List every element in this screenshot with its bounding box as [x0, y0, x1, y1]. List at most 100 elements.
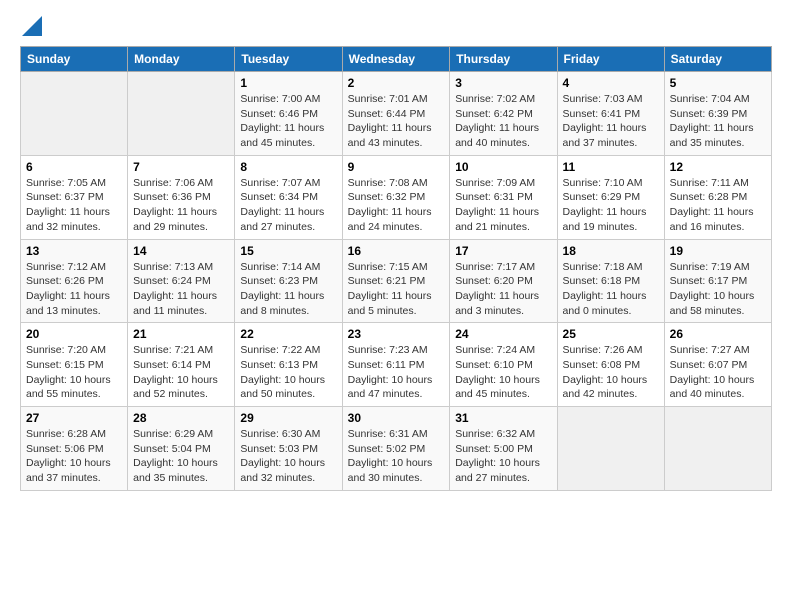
day-info: Sunrise: 7:18 AMSunset: 6:18 PMDaylight:…: [563, 260, 659, 319]
header-thursday: Thursday: [450, 47, 557, 72]
calendar-cell: 3 Sunrise: 7:02 AMSunset: 6:42 PMDaylight…: [450, 72, 557, 156]
day-info: Sunrise: 7:19 AMSunset: 6:17 PMDaylight:…: [670, 260, 766, 319]
day-number: 22: [240, 327, 336, 341]
day-number: 14: [133, 244, 229, 258]
day-number: 28: [133, 411, 229, 425]
day-info: Sunrise: 7:15 AMSunset: 6:21 PMDaylight:…: [348, 260, 445, 319]
header-sunday: Sunday: [21, 47, 128, 72]
day-number: 2: [348, 76, 445, 90]
calendar-cell: [128, 72, 235, 156]
calendar-cell: 29 Sunrise: 6:30 AMSunset: 5:03 PMDayligh…: [235, 407, 342, 491]
calendar-cell: [664, 407, 771, 491]
day-info: Sunrise: 7:07 AMSunset: 6:34 PMDaylight:…: [240, 176, 336, 235]
day-number: 27: [26, 411, 122, 425]
day-info: Sunrise: 7:22 AMSunset: 6:13 PMDaylight:…: [240, 343, 336, 402]
calendar-cell: 17 Sunrise: 7:17 AMSunset: 6:20 PMDayligh…: [450, 239, 557, 323]
calendar-cell: [557, 407, 664, 491]
day-number: 9: [348, 160, 445, 174]
calendar-cell: 21Sunrise: 7:21 AMSunset: 6:14 PMDayligh…: [128, 323, 235, 407]
calendar-cell: 20 Sunrise: 7:20 AMSunset: 6:15 PMDayligh…: [21, 323, 128, 407]
page-header: [20, 20, 772, 36]
calendar-cell: 4 Sunrise: 7:03 AMSunset: 6:41 PMDaylight…: [557, 72, 664, 156]
calendar-cell: 7Sunrise: 7:06 AMSunset: 6:36 PMDaylight…: [128, 155, 235, 239]
day-info: Sunrise: 6:32 AMSunset: 5:00 PMDaylight:…: [455, 427, 551, 486]
calendar-cell: 31 Sunrise: 6:32 AMSunset: 5:00 PMDayligh…: [450, 407, 557, 491]
day-info: Sunrise: 7:14 AMSunset: 6:23 PMDaylight:…: [240, 260, 336, 319]
day-number: 8: [240, 160, 336, 174]
calendar-table: SundayMondayTuesdayWednesdayThursdayFrid…: [20, 46, 772, 491]
calendar-cell: 16Sunrise: 7:15 AMSunset: 6:21 PMDayligh…: [342, 239, 450, 323]
day-info: Sunrise: 7:13 AMSunset: 6:24 PMDaylight:…: [133, 260, 229, 319]
calendar-cell: 25 Sunrise: 7:26 AMSunset: 6:08 PMDayligh…: [557, 323, 664, 407]
calendar-week-2: 6 Sunrise: 7:05 AMSunset: 6:37 PMDaylight…: [21, 155, 772, 239]
day-number: 18: [563, 244, 659, 258]
header-friday: Friday: [557, 47, 664, 72]
calendar-week-5: 27 Sunrise: 6:28 AMSunset: 5:06 PMDayligh…: [21, 407, 772, 491]
day-number: 26: [670, 327, 766, 341]
day-info: Sunrise: 7:06 AMSunset: 6:36 PMDaylight:…: [133, 176, 229, 235]
day-number: 3: [455, 76, 551, 90]
calendar-cell: 23 Sunrise: 7:23 AMSunset: 6:11 PMDayligh…: [342, 323, 450, 407]
calendar-cell: 5 Sunrise: 7:04 AMSunset: 6:39 PMDaylight…: [664, 72, 771, 156]
calendar-cell: 9 Sunrise: 7:08 AMSunset: 6:32 PMDaylight…: [342, 155, 450, 239]
day-info: Sunrise: 7:11 AMSunset: 6:28 PMDaylight:…: [670, 176, 766, 235]
calendar-cell: 24Sunrise: 7:24 AMSunset: 6:10 PMDayligh…: [450, 323, 557, 407]
day-number: 1: [240, 76, 336, 90]
header-monday: Monday: [128, 47, 235, 72]
day-info: Sunrise: 7:23 AMSunset: 6:11 PMDaylight:…: [348, 343, 445, 402]
calendar-week-3: 13Sunrise: 7:12 AMSunset: 6:26 PMDayligh…: [21, 239, 772, 323]
day-info: Sunrise: 7:24 AMSunset: 6:10 PMDaylight:…: [455, 343, 551, 402]
calendar-cell: 27 Sunrise: 6:28 AMSunset: 5:06 PMDayligh…: [21, 407, 128, 491]
calendar-week-4: 20 Sunrise: 7:20 AMSunset: 6:15 PMDayligh…: [21, 323, 772, 407]
day-number: 6: [26, 160, 122, 174]
day-info: Sunrise: 7:03 AMSunset: 6:41 PMDaylight:…: [563, 92, 659, 151]
calendar-cell: 8 Sunrise: 7:07 AMSunset: 6:34 PMDaylight…: [235, 155, 342, 239]
calendar-header-row: SundayMondayTuesdayWednesdayThursdayFrid…: [21, 47, 772, 72]
day-info: Sunrise: 7:26 AMSunset: 6:08 PMDaylight:…: [563, 343, 659, 402]
day-number: 17: [455, 244, 551, 258]
day-info: Sunrise: 7:20 AMSunset: 6:15 PMDaylight:…: [26, 343, 122, 402]
day-info: Sunrise: 7:05 AMSunset: 6:37 PMDaylight:…: [26, 176, 122, 235]
calendar-cell: 26 Sunrise: 7:27 AMSunset: 6:07 PMDayligh…: [664, 323, 771, 407]
day-info: Sunrise: 7:10 AMSunset: 6:29 PMDaylight:…: [563, 176, 659, 235]
day-info: Sunrise: 7:01 AMSunset: 6:44 PMDaylight:…: [348, 92, 445, 151]
day-info: Sunrise: 6:28 AMSunset: 5:06 PMDaylight:…: [26, 427, 122, 486]
calendar-cell: 13Sunrise: 7:12 AMSunset: 6:26 PMDayligh…: [21, 239, 128, 323]
logo-icon: [22, 16, 42, 36]
logo: [20, 20, 42, 36]
calendar-cell: 19 Sunrise: 7:19 AMSunset: 6:17 PMDayligh…: [664, 239, 771, 323]
header-tuesday: Tuesday: [235, 47, 342, 72]
day-number: 15: [240, 244, 336, 258]
calendar-cell: 6 Sunrise: 7:05 AMSunset: 6:37 PMDaylight…: [21, 155, 128, 239]
day-info: Sunrise: 7:00 AMSunset: 6:46 PMDaylight:…: [240, 92, 336, 151]
calendar-week-1: 1 Sunrise: 7:00 AMSunset: 6:46 PMDaylight…: [21, 72, 772, 156]
calendar-cell: 30Sunrise: 6:31 AMSunset: 5:02 PMDayligh…: [342, 407, 450, 491]
calendar-cell: 28 Sunrise: 6:29 AMSunset: 5:04 PMDayligh…: [128, 407, 235, 491]
day-info: Sunrise: 7:02 AMSunset: 6:42 PMDaylight:…: [455, 92, 551, 151]
calendar-cell: [21, 72, 128, 156]
day-number: 25: [563, 327, 659, 341]
day-number: 11: [563, 160, 659, 174]
day-info: Sunrise: 7:21 AMSunset: 6:14 PMDaylight:…: [133, 343, 229, 402]
day-info: Sunrise: 7:27 AMSunset: 6:07 PMDaylight:…: [670, 343, 766, 402]
day-number: 30: [348, 411, 445, 425]
day-number: 12: [670, 160, 766, 174]
day-number: 23: [348, 327, 445, 341]
day-number: 10: [455, 160, 551, 174]
day-number: 5: [670, 76, 766, 90]
day-number: 29: [240, 411, 336, 425]
day-info: Sunrise: 7:09 AMSunset: 6:31 PMDaylight:…: [455, 176, 551, 235]
calendar-cell: 18 Sunrise: 7:18 AMSunset: 6:18 PMDayligh…: [557, 239, 664, 323]
day-info: Sunrise: 6:30 AMSunset: 5:03 PMDaylight:…: [240, 427, 336, 486]
calendar-cell: 1 Sunrise: 7:00 AMSunset: 6:46 PMDaylight…: [235, 72, 342, 156]
day-info: Sunrise: 7:08 AMSunset: 6:32 PMDaylight:…: [348, 176, 445, 235]
header-wednesday: Wednesday: [342, 47, 450, 72]
day-number: 19: [670, 244, 766, 258]
day-info: Sunrise: 7:04 AMSunset: 6:39 PMDaylight:…: [670, 92, 766, 151]
day-number: 20: [26, 327, 122, 341]
day-number: 4: [563, 76, 659, 90]
day-info: Sunrise: 7:12 AMSunset: 6:26 PMDaylight:…: [26, 260, 122, 319]
day-info: Sunrise: 6:29 AMSunset: 5:04 PMDaylight:…: [133, 427, 229, 486]
day-info: Sunrise: 7:17 AMSunset: 6:20 PMDaylight:…: [455, 260, 551, 319]
day-number: 31: [455, 411, 551, 425]
